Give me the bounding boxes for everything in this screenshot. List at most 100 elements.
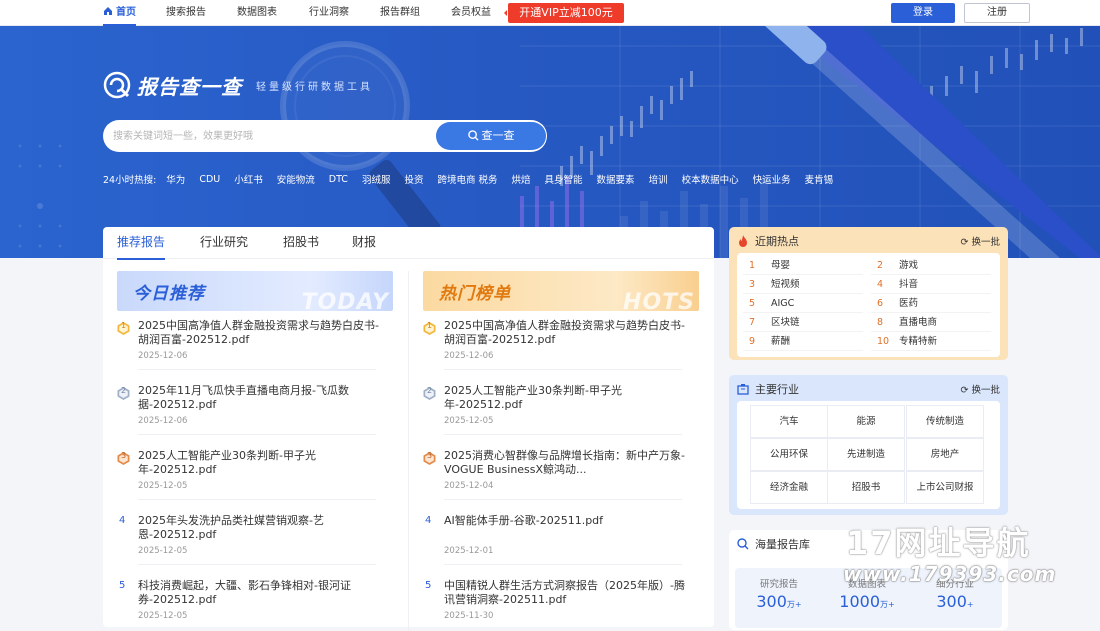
- hot-topic-item[interactable]: 9 薪酬: [743, 333, 863, 351]
- search-library-icon: [737, 538, 749, 550]
- hot-term[interactable]: 数据要素: [597, 172, 635, 186]
- report-title[interactable]: 中国精锐人群生活方式洞察报告（2025年版）-腾讯营销洞察-202511.pdf: [444, 579, 694, 607]
- hot-term[interactable]: 烘焙: [512, 172, 531, 186]
- nav-member-benefits[interactable]: 会员权益: [451, 0, 491, 26]
- report-title[interactable]: 2025人工智能产业30条判断-甲子光年-202512.pdf: [444, 384, 694, 412]
- industry-grid: 汽车 能源 传统制造 公用环保 先进制造 房地产 经济金融 招股书 上市公司财报: [737, 401, 1000, 509]
- industries-refresh-button[interactable]: ⟳ 换一批: [961, 382, 1001, 396]
- hot-term[interactable]: DTC: [329, 174, 348, 185]
- hot-topic-item[interactable]: 1 母婴: [743, 257, 863, 275]
- report-date: 2025-12-04: [444, 481, 494, 491]
- logo-icon: [103, 71, 131, 99]
- report-tabs: 推荐报告 行业研究 招股书 财报: [103, 227, 714, 260]
- list-item[interactable]: 4 AI智能体手册-谷歌-202511.pdf 2025-12-01: [423, 514, 693, 572]
- today-banner-title: 今日推荐: [133, 284, 205, 304]
- tab-industry-research[interactable]: 行业研究: [200, 227, 248, 259]
- nav-industry-insight[interactable]: 行业洞察: [309, 0, 349, 26]
- nav-report-groups[interactable]: 报告群组: [380, 0, 420, 26]
- tab-recommended[interactable]: 推荐报告: [117, 227, 166, 260]
- hero-banner: 报告查一查 轻量级行研数据工具 查一查 24小时热搜: 华为 CDU 小红书 安…: [0, 26, 1100, 258]
- hot-term[interactable]: 跨境电商 税务: [437, 172, 497, 186]
- column-divider: [408, 271, 409, 631]
- report-date: 2025-12-06: [138, 416, 188, 426]
- hot-term[interactable]: 快运业务: [753, 172, 791, 186]
- recent-hot-card: 近期热点 ⟳ 换一批 1 母婴 2 游戏 3 短视频 4 抖音 5 AIGC 6 医药 7区…: [729, 227, 1008, 360]
- report-date: 2025-12-05: [138, 481, 188, 491]
- hots-banner: 热门榜单 HOTS: [423, 271, 699, 311]
- list-item[interactable]: 5 科技消费崛起，大疆、影石争锋相对-银河证券-202512.pdf 2025-…: [117, 579, 388, 621]
- industry-cell[interactable]: 传统制造: [906, 405, 984, 438]
- list-item[interactable]: 2 2025人工智能产业30条判断-甲子光年-202512.pdf 2025-1…: [423, 384, 693, 442]
- hot-term[interactable]: 羽绒服: [362, 172, 391, 186]
- vip-promo-badge[interactable]: 开通VIP立减100元: [504, 3, 624, 23]
- list-item[interactable]: 1 2025中国高净值人群金融投资需求与趋势白皮书-胡润百富-202512.pd…: [423, 319, 693, 377]
- report-date: 2025-12-05: [138, 611, 188, 621]
- hot-term[interactable]: 安能物流: [277, 172, 315, 186]
- report-tab-panel: 推荐报告 行业研究 招股书 财报 今日推荐 TODAY 1 2025中国高净值人…: [103, 227, 714, 631]
- list-item[interactable]: 5 中国精锐人群生活方式洞察报告（2025年版）-腾讯营销洞察-202511.p…: [423, 579, 694, 621]
- register-button[interactable]: 注册: [964, 3, 1030, 23]
- hot-topic-item[interactable]: 3 短视频: [743, 276, 863, 294]
- industry-cell[interactable]: 上市公司财报: [906, 471, 984, 504]
- hot-topic-item[interactable]: 10 专精特新: [871, 333, 991, 351]
- hot-term[interactable]: 校本数据中心: [682, 172, 739, 186]
- search-input[interactable]: [113, 120, 433, 152]
- hot-topic-item[interactable]: 2 游戏: [871, 257, 991, 275]
- search-bar: 查一查: [103, 120, 547, 152]
- report-title[interactable]: 2025人工智能产业30条判断-甲子光年-202512.pdf: [138, 449, 388, 477]
- tab-financial-report[interactable]: 财报: [352, 227, 376, 259]
- watermark-line1: 17网址导航: [846, 524, 1031, 562]
- rank-number: 4: [119, 515, 126, 526]
- separator: [138, 434, 376, 435]
- list-item[interactable]: 4 2025年头发洗护品类社媒营销观察-艺恩-202512.pdf 2025-1…: [117, 514, 387, 572]
- hot-topic-item[interactable]: 7 区块链: [743, 314, 863, 332]
- hot-term[interactable]: 华为: [166, 172, 185, 186]
- list-item[interactable]: 2 2025年11月飞瓜快手直播电商月报-飞瓜数据-202512.pdf 202…: [117, 384, 387, 442]
- rank-number: 5: [425, 580, 432, 591]
- industry-cell[interactable]: 先进制造: [827, 438, 905, 471]
- tab-prospectus[interactable]: 招股书: [283, 227, 319, 259]
- hot-term[interactable]: 麦肯锡: [805, 172, 834, 186]
- report-title[interactable]: 2025年头发洗护品类社媒营销观察-艺恩-202512.pdf: [138, 514, 388, 542]
- nav-data-charts[interactable]: 数据图表: [237, 0, 277, 26]
- hot-topic-item[interactable]: 6 医药: [871, 295, 991, 313]
- industry-cell[interactable]: 公用环保: [750, 438, 828, 471]
- list-item[interactable]: 1 2025中国高净值人群金融投资需求与趋势白皮书-胡润百富-202512.pd…: [117, 319, 387, 377]
- hot-search-row: 24小时热搜: 华为 CDU 小红书 安能物流 DTC 羽绒服 投资 跨境电商 …: [103, 172, 847, 187]
- separator: [444, 434, 682, 435]
- main-industries-card: 主要行业 ⟳ 换一批 汽车 能源 传统制造 公用环保 先进制造 房地产 经济金融…: [729, 375, 1008, 515]
- industry-cell[interactable]: 能源: [827, 405, 905, 438]
- refresh-icon: ⟳: [960, 385, 972, 396]
- industry-cell[interactable]: 经济金融: [750, 471, 828, 504]
- hot-term[interactable]: 小红书: [234, 172, 263, 186]
- list-item[interactable]: 3 2025人工智能产业30条判断-甲子光年-202512.pdf 2025-1…: [117, 449, 387, 507]
- search-button[interactable]: 查一查: [436, 122, 546, 150]
- list-item[interactable]: 3 2025消费心智群像与品牌增长指南：新中产万象-VOGUE Business…: [423, 449, 693, 507]
- report-title[interactable]: 2025消费心智群像与品牌增长指南：新中产万象-VOGUE BusinessX鲸…: [444, 449, 694, 477]
- hot-term[interactable]: 投资: [404, 172, 423, 186]
- report-title[interactable]: 2025年11月飞瓜快手直播电商月报-飞瓜数据-202512.pdf: [138, 384, 388, 412]
- login-button[interactable]: 登录: [891, 3, 955, 23]
- industry-cell[interactable]: 招股书: [827, 471, 905, 504]
- separator: [444, 369, 682, 370]
- building-icon: [737, 384, 749, 395]
- today-banner-en: TODAY: [301, 290, 389, 311]
- hot-topic-item[interactable]: 5 AIGC: [743, 295, 863, 313]
- hot-term[interactable]: CDU: [199, 174, 220, 185]
- rank-number: 5: [119, 580, 126, 591]
- hot-term[interactable]: 具身智能: [545, 172, 583, 186]
- industry-cell[interactable]: 房地产: [906, 438, 984, 471]
- nav-home[interactable]: 首页: [103, 0, 136, 26]
- report-title[interactable]: AI智能体手册-谷歌-202511.pdf: [444, 514, 694, 528]
- separator: [444, 499, 682, 500]
- hot-term[interactable]: 培训: [649, 172, 668, 186]
- report-title[interactable]: 科技消费崛起，大疆、影石争锋相对-银河证券-202512.pdf: [138, 579, 388, 607]
- industry-cell[interactable]: 汽车: [750, 405, 828, 438]
- report-title[interactable]: 2025中国高净值人群金融投资需求与趋势白皮书-胡润百富-202512.pdf: [138, 319, 388, 347]
- recent-hot-refresh-button[interactable]: ⟳ 换一批: [961, 234, 1001, 248]
- hot-topic-item[interactable]: 8 直播电商: [871, 314, 991, 332]
- hot-topic-item[interactable]: 4 抖音: [871, 276, 991, 294]
- report-title[interactable]: 2025中国高净值人群金融投资需求与趋势白皮书-胡润百富-202512.pdf: [444, 319, 694, 347]
- site-logo[interactable]: 报告查一查 轻量级行研数据工具: [103, 70, 373, 100]
- nav-search-reports[interactable]: 搜索报告: [166, 0, 206, 26]
